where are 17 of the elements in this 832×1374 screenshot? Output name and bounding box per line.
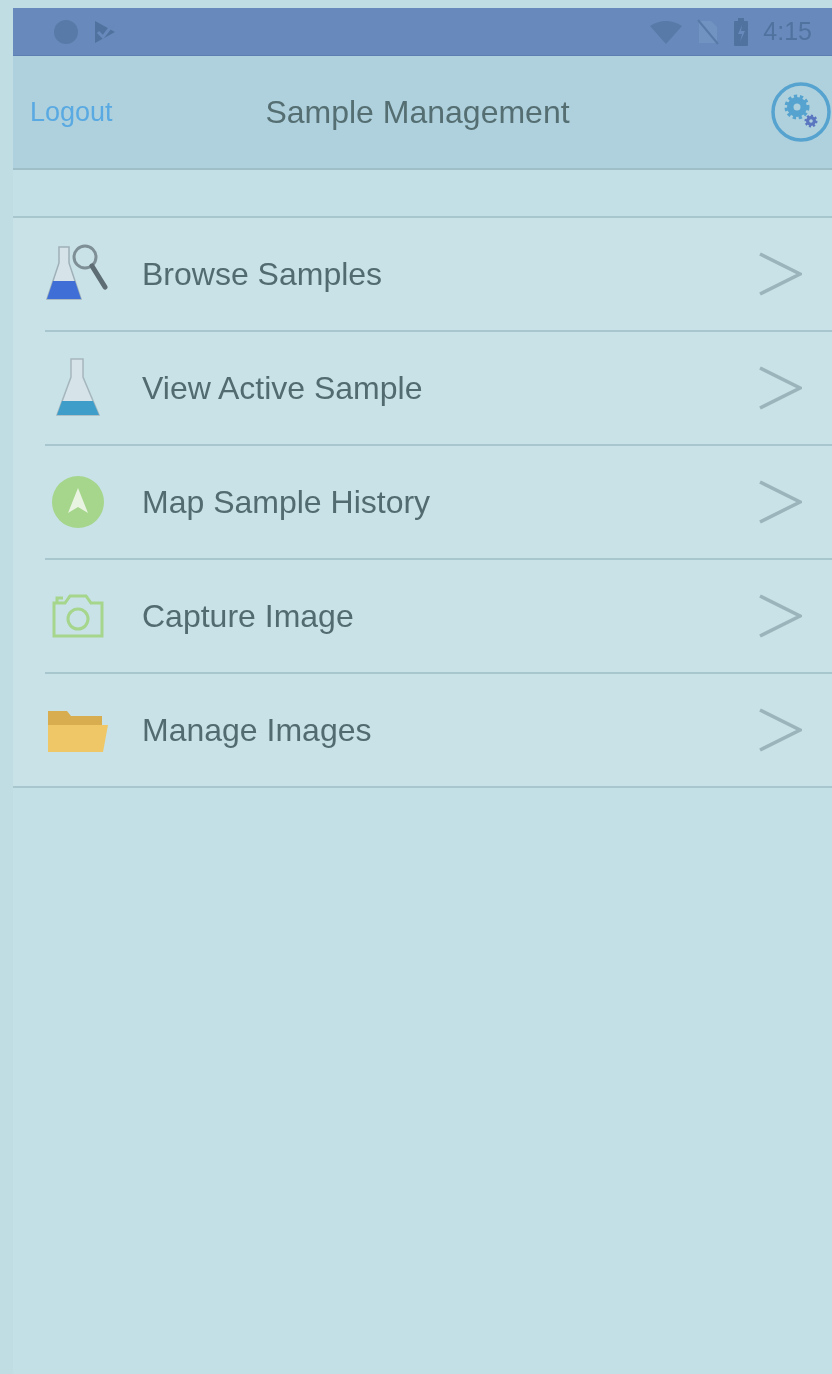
chevron-icon (758, 366, 802, 410)
menu-item[interactable]: View Active Sample (45, 332, 832, 446)
menu-item[interactable]: Map Sample History (45, 446, 832, 560)
chevron-icon (758, 594, 802, 638)
menu-item[interactable]: Manage Images (45, 674, 832, 786)
chevron-icon (758, 708, 802, 752)
menu-item[interactable]: Capture Image (45, 560, 832, 674)
battery-icon (733, 17, 750, 46)
settings-icon[interactable] (770, 81, 832, 143)
no-sim-icon (697, 18, 720, 45)
camera-icon (51, 593, 105, 639)
screen-title: Sample Management (265, 93, 571, 131)
chevron-icon (758, 252, 802, 296)
play-check-icon (93, 18, 117, 45)
flask-icon (53, 357, 103, 419)
menu-item[interactable]: Browse Samples (45, 218, 832, 332)
chevron-icon (758, 480, 802, 524)
